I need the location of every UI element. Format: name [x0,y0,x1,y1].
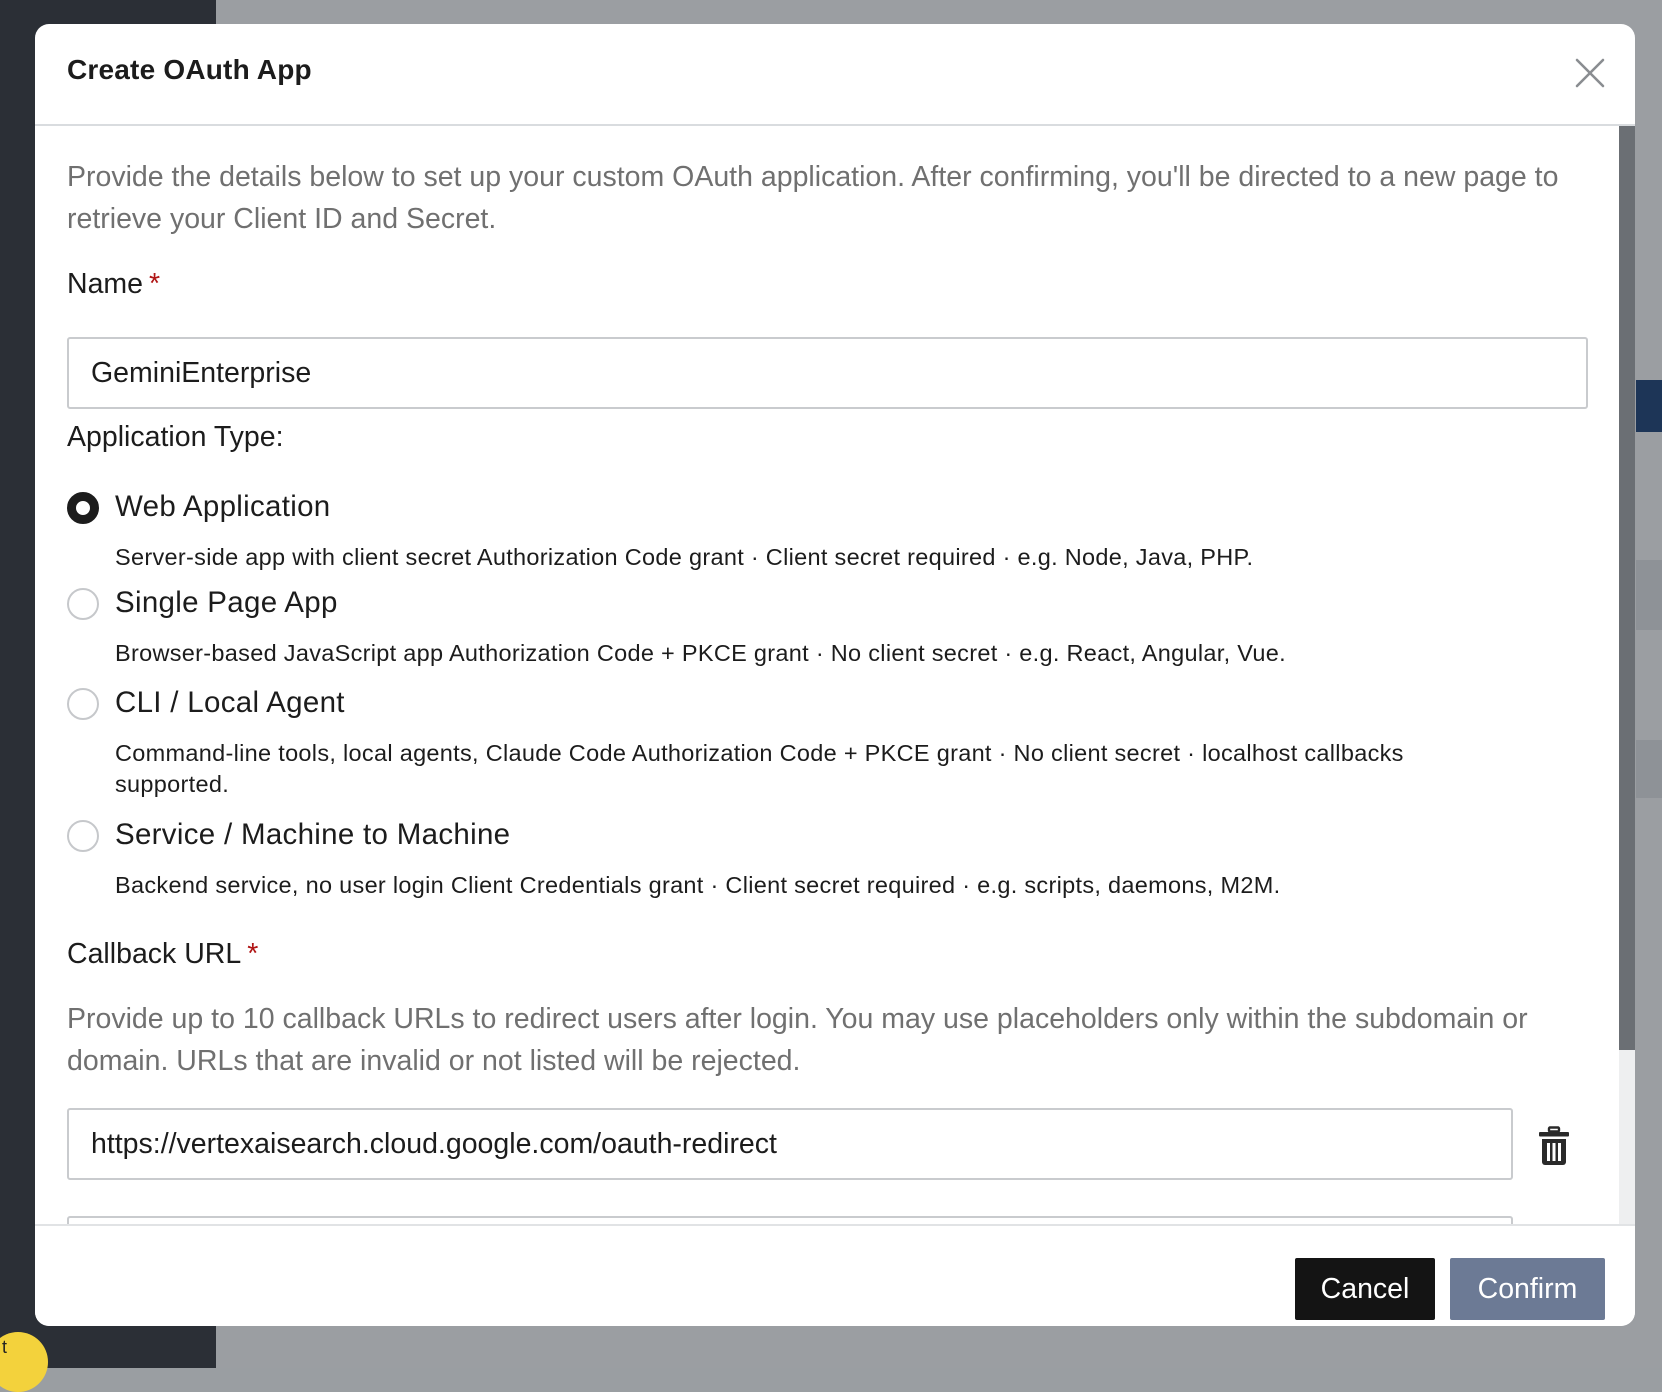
dialog-title: Create OAuth App [67,54,312,85]
cancel-button[interactable]: Cancel [1295,1258,1435,1320]
close-icon[interactable] [1569,52,1611,94]
name-label-text: Name [67,268,144,300]
trash-icon[interactable] [1538,1126,1570,1166]
required-asterisk: * [149,268,161,300]
dialog-footer: Cancel Confirm [35,1224,1635,1326]
name-input[interactable] [67,337,1588,409]
help-bubble-text: t [2,1337,8,1357]
callback-url-label: Callback URL * [67,938,258,971]
radio-desc-service-m2m: Backend service, no user login Client Cr… [115,872,1281,898]
background-element [1636,740,1662,798]
radio-single-page-app[interactable] [67,588,99,620]
radio-label-single-page-app[interactable]: Single Page App [115,586,338,620]
callback-help-text: Provide up to 10 callback URLs to redire… [67,1003,1528,1077]
radio-cli-local-agent[interactable] [67,688,99,720]
callback-url-input[interactable] [67,1108,1513,1180]
confirm-button[interactable]: Confirm [1450,1258,1605,1320]
background-element [1636,380,1662,432]
callback-url-input-next[interactable] [67,1216,1513,1224]
application-type-label: Application Type: [67,421,284,453]
scrollbar-thumb[interactable] [1619,126,1635,1050]
radio-desc-web-application: Server-side app with client secret Autho… [115,544,1254,570]
radio-label-cli-local-agent[interactable]: CLI / Local Agent [115,686,345,720]
dialog-header: Create OAuth App [35,24,1635,126]
radio-web-application[interactable] [67,492,99,524]
radio-desc-cli-local-agent: Command-line tools, local agents, Claude… [115,740,1404,797]
radio-service-m2m[interactable] [67,820,99,852]
radio-desc-single-page-app: Browser-based JavaScript app Authorizati… [115,640,1286,666]
radio-label-service-m2m[interactable]: Service / Machine to Machine [115,818,510,852]
callback-url-label-text: Callback URL [67,938,242,970]
dialog-scrollbar[interactable] [1619,126,1635,1224]
required-asterisk: * [247,938,259,970]
dialog-body: Provide the details below to set up your… [35,126,1635,1224]
radio-label-web-application[interactable]: Web Application [115,490,331,524]
create-oauth-app-dialog: Create OAuth App Provide the details bel… [35,24,1635,1326]
background-element [1636,560,1662,630]
intro-text: Provide the details below to set up your… [67,161,1559,235]
name-label: Name * [67,268,160,301]
